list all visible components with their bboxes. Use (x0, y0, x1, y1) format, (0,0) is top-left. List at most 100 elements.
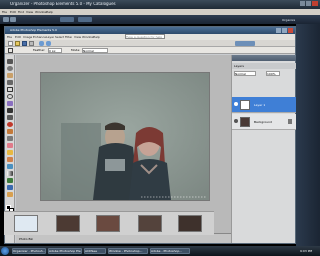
layer-name: Background (254, 120, 272, 124)
edit-button[interactable] (78, 17, 92, 22)
feather-input[interactable]: 0 px (48, 48, 62, 53)
palette-bin-header (232, 55, 296, 61)
back-icon[interactable] (3, 17, 9, 22)
editor-title: Adobe Photoshop Elements 5.0 (10, 28, 57, 32)
editor-menu-view[interactable]: View (74, 35, 81, 39)
editor-minimize-icon[interactable] (276, 28, 281, 33)
opacity-input[interactable]: 100% (266, 71, 280, 76)
new-icon[interactable] (8, 41, 13, 46)
bin-thumbnail[interactable] (178, 215, 202, 232)
menu-edit[interactable]: Edit (10, 10, 16, 14)
bin-thumbnail[interactable] (14, 215, 38, 232)
minimize-icon[interactable] (300, 1, 305, 6)
window-controls[interactable] (300, 1, 318, 7)
eraser-tool-icon[interactable] (7, 143, 13, 148)
organizer-side-panel (296, 24, 320, 246)
tool-options-bar: Feather: 0 px Mode: Normal (5, 47, 295, 54)
zoom-tool-icon[interactable] (7, 66, 13, 71)
editor-menu-filter[interactable]: Filter (65, 35, 72, 39)
print-icon[interactable] (29, 41, 34, 46)
blur-tool-icon[interactable] (7, 185, 13, 190)
paint-bucket-tool-icon[interactable] (7, 164, 13, 169)
move-tool-icon[interactable] (7, 59, 13, 64)
pencil-tool-icon[interactable] (7, 150, 13, 155)
bin-thumbnail[interactable] (96, 215, 120, 232)
editor-menu-file[interactable]: File (7, 35, 12, 39)
visibility-eye-icon[interactable] (234, 119, 238, 123)
taskbar: Organizer - Photosh... Adobe Photoshop E… (0, 246, 320, 256)
menu-find[interactable]: Find (18, 10, 24, 14)
layer-thumbnail (240, 100, 250, 110)
photo (41, 73, 209, 200)
hand-tool-icon[interactable] (7, 73, 13, 78)
forward-icon[interactable] (10, 17, 16, 22)
clone-stamp-tool-icon[interactable] (7, 136, 13, 141)
blend-mode-select[interactable]: Normal (234, 71, 256, 76)
bin-thumbnail[interactable] (56, 215, 80, 232)
layers-options-row: Normal 100% (232, 70, 296, 76)
taskbar-item[interactable]: Adobe - Photoshop... (150, 248, 190, 254)
editor-close-icon[interactable] (288, 28, 293, 33)
mode-label: Mode: (71, 48, 81, 52)
lasso-tool-icon[interactable] (7, 94, 13, 99)
open-icon[interactable] (15, 41, 20, 46)
create-button[interactable] (60, 17, 74, 22)
editor-menu-enhance[interactable]: Enhance (33, 35, 46, 39)
editor-menu-select[interactable]: Select (55, 35, 64, 39)
shortcuts-bar (5, 40, 295, 47)
magic-wand-tool-icon[interactable] (7, 101, 13, 106)
photo-bin (4, 211, 214, 235)
close-icon[interactable] (312, 1, 318, 6)
gradient-tool-icon[interactable] (7, 171, 13, 176)
menu-file[interactable]: File (2, 10, 7, 14)
text-tool-icon[interactable] (7, 108, 13, 113)
maximize-icon[interactable] (306, 1, 311, 6)
editor-menu-help[interactable]: Help (93, 35, 100, 39)
shape-tool-icon[interactable] (7, 178, 13, 183)
panel-dock: Layers Normal 100% Layer 1 Background (231, 55, 296, 243)
redo-icon[interactable] (46, 41, 51, 46)
menu-help[interactable]: Help (46, 10, 53, 14)
eyedropper-tool-icon[interactable] (7, 80, 13, 85)
photo-bin-label: Photo Bin (19, 237, 34, 241)
bin-thumbnail[interactable] (138, 215, 162, 232)
taskbar-item[interactable]: ACDSee (84, 248, 106, 254)
taskbar-item[interactable]: Window - Photoshop... (108, 248, 148, 254)
red-eye-tool-icon[interactable] (7, 122, 13, 127)
organizer-titlebar: Organizer - Photoshop Elements 5.0 - My … (0, 0, 320, 9)
layer-row[interactable]: Layer 1 (232, 97, 296, 113)
editor-maximize-icon[interactable] (282, 28, 287, 33)
organize-tab[interactable]: Organize (282, 18, 295, 22)
visibility-eye-icon[interactable] (234, 102, 238, 106)
clock: 9:03 PM (300, 249, 313, 253)
help-search-input[interactable]: Type a question for help (125, 34, 165, 39)
sponge-tool-icon[interactable] (7, 192, 13, 197)
create-button[interactable] (235, 41, 255, 46)
menu-view[interactable]: View (26, 10, 33, 14)
layer-row[interactable]: Background (232, 114, 296, 130)
image-canvas[interactable] (40, 72, 210, 201)
marquee-option-icon[interactable] (8, 48, 13, 53)
editor-menu-image[interactable]: Image (23, 35, 32, 39)
marquee-tool-icon[interactable] (7, 87, 13, 92)
undo-icon[interactable] (39, 41, 44, 46)
editor-titlebar: Adobe Photoshop Elements 5.0 (5, 27, 295, 34)
organizer-title: Organizer - Photoshop Elements 5.0 - My … (10, 2, 116, 6)
feather-label: Feather: (33, 48, 46, 52)
taskbar-item[interactable]: Adobe Photoshop Ele... (48, 248, 82, 254)
editor-menu-edit[interactable]: Edit (15, 35, 21, 39)
crop-tool-icon[interactable] (7, 115, 13, 120)
taskbar-item[interactable]: Organizer - Photosh... (12, 248, 46, 254)
organizer-toolbar: Organize (0, 15, 320, 24)
save-icon[interactable] (22, 41, 27, 46)
start-button[interactable] (1, 247, 9, 255)
layer-thumbnail (240, 117, 250, 127)
layers-panel-header: Layers (232, 63, 296, 69)
layer-name: Layer 1 (254, 103, 266, 107)
healing-brush-tool-icon[interactable] (7, 129, 13, 134)
brush-tool-icon[interactable] (7, 157, 13, 162)
layers-panel-title: Layers (234, 64, 244, 68)
workspace (16, 55, 231, 233)
mode-select[interactable]: Normal (82, 48, 108, 53)
editor-menu-layer[interactable]: Layer (46, 35, 54, 39)
